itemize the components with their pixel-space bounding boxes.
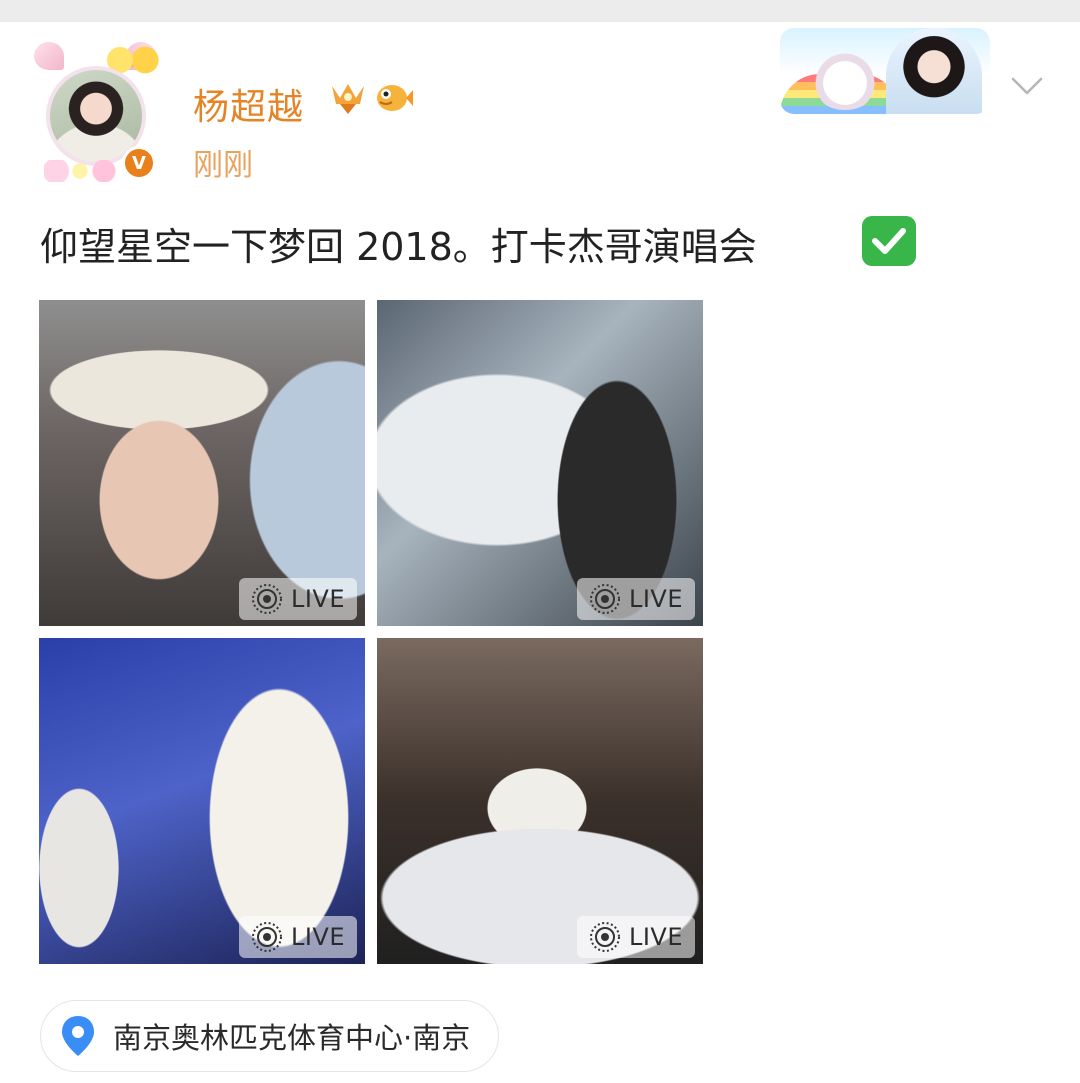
live-label: LIVE (628, 585, 684, 613)
avatar-frame-horn-left (34, 42, 64, 70)
sheep-decoration (810, 50, 880, 110)
live-label: LIVE (290, 923, 346, 951)
location-place: 南京奥林匹克体育中心 (113, 1021, 404, 1055)
location-tag[interactable]: 南京奥林匹克体育中心·南京 (40, 1000, 500, 1072)
top-status-strip (0, 0, 1080, 22)
location-text: 南京奥林匹克体育中心·南京 (113, 1015, 470, 1057)
location-pin-icon (62, 1016, 94, 1056)
live-label: LIVE (290, 585, 346, 613)
location-separator: · (403, 1021, 413, 1055)
live-label: LIVE (628, 923, 684, 951)
decoration-portrait (886, 28, 982, 114)
verified-badge-icon: V (122, 146, 156, 180)
live-photo-badge: LIVE (577, 578, 695, 620)
chevron-down-icon[interactable] (1010, 74, 1044, 98)
profile-decoration-card[interactable] (780, 28, 990, 114)
live-photo-icon (251, 922, 282, 952)
vip-badge-icon[interactable] (328, 80, 368, 116)
post-photo-2[interactable]: LIVE (377, 300, 703, 626)
user-avatar[interactable]: V (30, 40, 162, 190)
post-photo-4[interactable]: LIVE (377, 638, 703, 964)
post-text: 仰望星空一下梦回 2018。打卡杰哥演唱会 (40, 225, 757, 269)
live-photo-icon (589, 922, 620, 952)
puffer-fish-icon[interactable] (372, 80, 414, 116)
post-time: 刚刚 (193, 148, 253, 183)
live-photo-icon (251, 584, 282, 614)
avatar-frame-flowers (44, 160, 124, 182)
live-photo-badge: LIVE (239, 578, 357, 620)
check-mark-button-icon (862, 216, 916, 266)
live-photo-icon (589, 584, 620, 614)
post-photo-3[interactable]: LIVE (39, 638, 365, 964)
user-name[interactable]: 杨超越 (193, 78, 304, 130)
live-photo-badge: LIVE (577, 916, 695, 958)
post-photo-1[interactable]: LIVE (39, 300, 365, 626)
live-photo-badge: LIVE (239, 916, 357, 958)
location-city: 南京 (412, 1021, 471, 1055)
